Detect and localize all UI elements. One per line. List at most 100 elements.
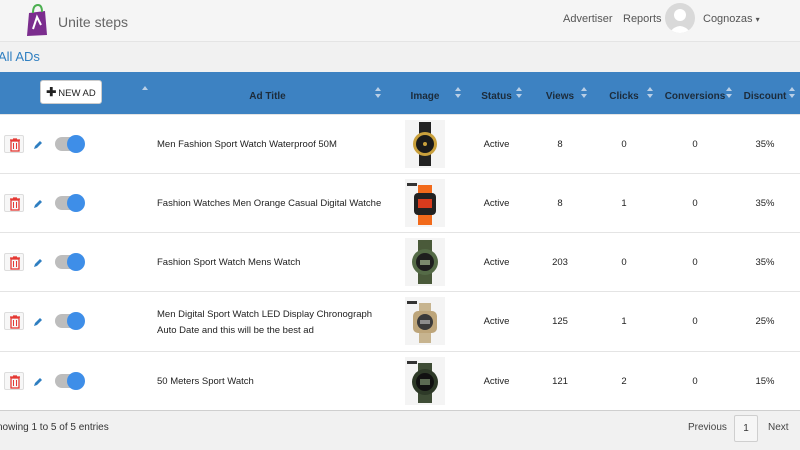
trash-icon xyxy=(10,256,20,270)
clicks-value: 0 xyxy=(621,257,627,268)
top-navbar: Unite steps Advertiser Reports Cognozas … xyxy=(0,0,800,42)
trash-icon xyxy=(10,375,20,389)
active-toggle[interactable] xyxy=(55,135,85,153)
clicks-value: 2 xyxy=(621,376,627,387)
nav-advertiser[interactable]: Advertiser xyxy=(563,13,613,25)
nav-reports[interactable]: Reports xyxy=(623,13,662,25)
sort-icon[interactable] xyxy=(375,87,381,99)
views-value: 8 xyxy=(557,139,563,150)
table-row: Fashion Watches Men Orange Casual Digita… xyxy=(0,173,800,232)
col-image[interactable]: Image xyxy=(395,72,455,114)
pagination-previous[interactable]: Previous xyxy=(688,422,727,433)
active-toggle[interactable] xyxy=(55,312,85,330)
sort-icon[interactable] xyxy=(647,87,653,99)
entries-info: nowing 1 to 5 of 5 entries xyxy=(0,422,109,433)
toggle-knob xyxy=(67,194,85,212)
black-gold-watch-icon[interactable] xyxy=(405,120,445,168)
sort-icon[interactable] xyxy=(789,87,795,99)
toggle-knob xyxy=(67,135,85,153)
delete-button[interactable] xyxy=(4,253,24,271)
col-ad-title[interactable]: Ad Title xyxy=(150,72,385,114)
pencil-edit-icon[interactable] xyxy=(32,198,44,210)
pencil-edit-icon[interactable] xyxy=(32,376,44,388)
table-row: Men Fashion Sport Watch Waterproof 50M A… xyxy=(0,114,800,173)
ad-title-line-2: Auto Date and this will be the best ad xyxy=(157,325,314,336)
new-ad-label: NEW AD xyxy=(58,88,96,99)
active-toggle[interactable] xyxy=(55,194,85,212)
col-clicks[interactable]: Clicks xyxy=(600,72,648,114)
trash-icon xyxy=(10,197,20,211)
status-text: Active xyxy=(483,257,510,268)
ad-title[interactable]: Men Digital Sport Watch LED Display Chro… xyxy=(157,307,372,339)
views-value: 125 xyxy=(552,316,568,327)
sort-icon[interactable] xyxy=(581,87,587,99)
sort-up-icon[interactable] xyxy=(142,86,148,90)
conversions-value: 0 xyxy=(692,257,698,268)
avatar[interactable] xyxy=(665,3,695,33)
discount-value: 15% xyxy=(755,376,775,387)
pencil-edit-icon[interactable] xyxy=(32,139,44,151)
discount-value: 35% xyxy=(755,257,775,268)
active-toggle[interactable] xyxy=(55,372,85,390)
delete-button[interactable] xyxy=(4,312,24,330)
status-text: Active xyxy=(483,139,510,150)
sort-icon[interactable] xyxy=(516,87,522,99)
conversions-value: 0 xyxy=(692,139,698,150)
clicks-value: 0 xyxy=(621,139,627,150)
sort-icon[interactable] xyxy=(726,87,732,99)
ad-title[interactable]: Men Fashion Sport Watch Waterproof 50M xyxy=(157,139,337,150)
pagination-next[interactable]: Next xyxy=(768,422,789,433)
views-value: 121 xyxy=(552,376,568,387)
discount-value: 35% xyxy=(755,139,775,150)
orange-digital-watch-icon[interactable] xyxy=(405,179,445,227)
status-text: Active xyxy=(483,376,510,387)
toggle-knob xyxy=(67,372,85,390)
pencil-edit-icon[interactable] xyxy=(32,257,44,269)
caret-down-icon: ▾ xyxy=(755,15,760,24)
col-conversions[interactable]: Conversions xyxy=(660,72,730,114)
ad-title-line-1: Men Digital Sport Watch LED Display Chro… xyxy=(157,309,373,320)
col-discount[interactable]: Discount xyxy=(740,72,790,114)
trash-icon xyxy=(10,138,20,152)
user-silhouette-icon xyxy=(669,9,691,33)
plus-icon: ✚ xyxy=(46,85,57,99)
table-header: Ad Title Image Status Views Clicks Conve… xyxy=(0,72,800,114)
user-menu[interactable]: Cognozas ▾ xyxy=(703,13,760,25)
conversions-value: 0 xyxy=(692,376,698,387)
khaki-digital-watch-icon[interactable] xyxy=(405,297,445,345)
col-views[interactable]: Views xyxy=(535,72,585,114)
sort-icon[interactable] xyxy=(455,87,461,99)
shopping-bag-logo-icon[interactable] xyxy=(26,3,48,37)
status-text: Active xyxy=(483,198,510,209)
discount-value: 25% xyxy=(755,316,775,327)
views-value: 8 xyxy=(557,198,563,209)
active-toggle[interactable] xyxy=(55,253,85,271)
conversions-value: 0 xyxy=(692,316,698,327)
table-row: Men Digital Sport Watch LED Display Chro… xyxy=(0,291,800,351)
discount-value: 35% xyxy=(755,198,775,209)
status-text: Active xyxy=(483,316,510,327)
pagination-page-1[interactable]: 1 xyxy=(734,415,758,442)
brand-name[interactable]: Unite steps xyxy=(58,14,128,30)
clicks-value: 1 xyxy=(621,198,627,209)
delete-button[interactable] xyxy=(4,135,24,153)
pencil-edit-icon[interactable] xyxy=(32,316,44,328)
conversions-value: 0 xyxy=(692,198,698,209)
delete-button[interactable] xyxy=(4,372,24,390)
toggle-knob xyxy=(67,312,85,330)
ad-title[interactable]: 50 Meters Sport Watch xyxy=(157,376,254,387)
ad-title[interactable]: Fashion Watches Men Orange Casual Digita… xyxy=(157,198,381,209)
page-title: All ADs xyxy=(0,49,40,64)
table-divider xyxy=(0,410,800,411)
ad-title[interactable]: Fashion Sport Watch Mens Watch xyxy=(157,257,300,268)
table-row: Fashion Sport Watch Mens Watch Active 20… xyxy=(0,232,800,291)
delete-button[interactable] xyxy=(4,194,24,212)
camo-sport-watch-icon[interactable] xyxy=(405,357,445,405)
green-sport-watch-icon[interactable] xyxy=(405,238,445,286)
new-ad-button[interactable]: ✚ NEW AD xyxy=(40,80,102,104)
ads-table: Ad Title Image Status Views Clicks Conve… xyxy=(0,72,800,411)
views-value: 203 xyxy=(552,257,568,268)
toggle-knob xyxy=(67,253,85,271)
user-name-label: Cognozas xyxy=(703,13,753,25)
table-row: 50 Meters Sport Watch Active 121 2 0 15% xyxy=(0,351,800,411)
